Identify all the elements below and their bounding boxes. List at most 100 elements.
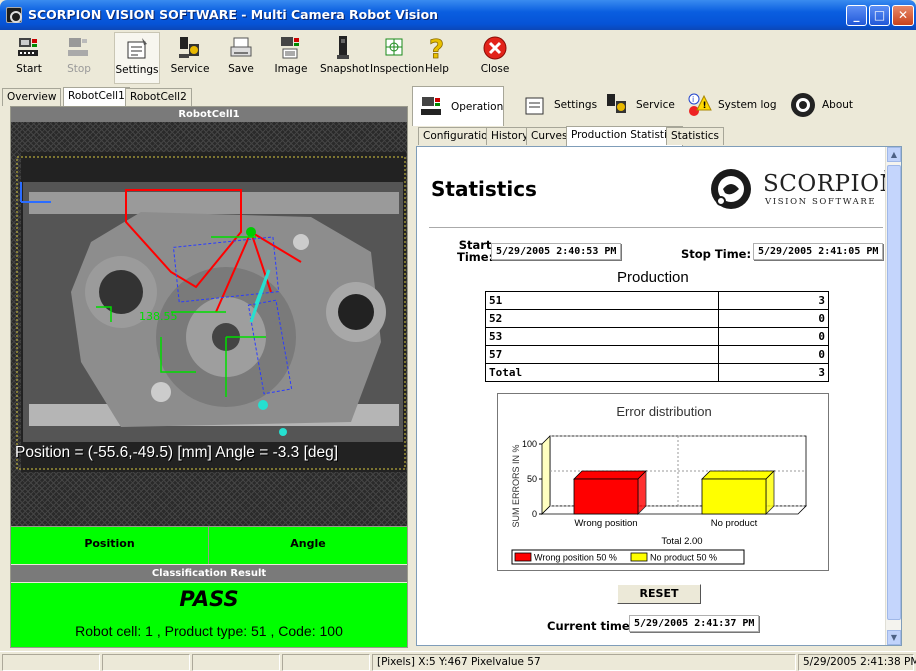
row-name: 52 (485, 309, 719, 328)
current-time-label: Current time: (547, 619, 635, 633)
tab-operation-label: Operation (451, 100, 504, 113)
close-window-button[interactable]: ✕ (892, 5, 914, 26)
stop-button[interactable]: Stop (64, 32, 94, 84)
about-icon (790, 92, 816, 118)
row-name: 51 (485, 291, 719, 310)
table-row: 52 0 (485, 309, 829, 328)
row-value: 3 (718, 363, 829, 382)
start-time-value: 5/29/2005 2:40:53 PM (491, 243, 622, 260)
reset-button[interactable]: RESET (617, 584, 701, 604)
help-icon: ? (424, 35, 450, 66)
row-value: 3 (718, 291, 829, 310)
table-row: 53 0 (485, 327, 829, 346)
table-row: 57 0 (485, 345, 829, 364)
row-value: 0 (718, 345, 829, 364)
chart-category-label: No product (711, 518, 758, 529)
chart-category-label: Wrong position (574, 518, 637, 529)
title-bar[interactable]: SCORPION VISION SOFTWARE - Multi Camera … (0, 0, 916, 30)
inspection-icon (381, 35, 407, 61)
toolbar-service-button[interactable]: Service (170, 32, 210, 84)
scroll-down-icon[interactable]: ▼ (887, 630, 901, 645)
logo-subtitle: VISION SOFTWARE (765, 197, 877, 207)
error-distribution-chart: Error distribution SUM ERRORS IN % 100 50… (497, 393, 829, 571)
toolbar: Start Stop Settings Service Save Image S… (0, 30, 916, 86)
angle-result-cell: Angle (290, 537, 326, 550)
result-info: Robot cell: 1 , Product type: 51 , Code:… (75, 623, 343, 639)
tab-service[interactable]: Service (598, 86, 681, 124)
maximize-button[interactable]: □ (869, 5, 890, 26)
status-panel-empty (2, 654, 100, 671)
help-button[interactable]: ? Help (424, 32, 450, 84)
result-cells-row: Position Angle (11, 526, 407, 564)
chart-legend-label: No product 50 % (650, 553, 717, 563)
save-button[interactable]: Save (226, 32, 256, 84)
chart-side-wall (541, 435, 551, 515)
robot-cell-panel: RobotCell1 138.55 Position = (-55.6,-49.… (10, 106, 408, 648)
pass-status: PASS (179, 587, 239, 611)
scorpion-logo-icon (711, 169, 751, 209)
chart-title: Error distribution (616, 404, 711, 419)
tab-statistics[interactable]: Statistics (666, 127, 724, 145)
chart-ylabel: SUM ERRORS IN % (511, 444, 521, 527)
status-panel-empty (102, 654, 190, 671)
measurement-label: 138.55 (139, 310, 178, 323)
tab-robotcell2[interactable]: RobotCell2 (125, 88, 192, 106)
settings-icon (522, 92, 548, 118)
app-icon[interactable] (6, 7, 22, 23)
svg-text:i: i (692, 95, 694, 104)
scrollbar-thumb[interactable] (887, 165, 901, 620)
chart-legend: Wrong position 50 % No product 50 % (511, 549, 745, 565)
tab-operation[interactable]: Operation (412, 86, 504, 126)
tab-settings-label: Settings (554, 99, 598, 111)
minimize-button[interactable]: _ (846, 5, 867, 26)
image-button[interactable]: Image (274, 32, 308, 84)
system-log-icon: i! (686, 92, 712, 118)
settings-label: Settings (115, 64, 159, 76)
main-tabs: Operation Settings Service i! System log… (412, 86, 916, 126)
chart-legend-label: Wrong position 50 % (534, 553, 617, 563)
error-chart-svg: Error distribution SUM ERRORS IN % 100 50… (511, 404, 807, 565)
logo-brand: SCORPION (763, 171, 901, 197)
start-button[interactable]: Start (14, 32, 44, 84)
scroll-up-icon[interactable]: ▲ (887, 147, 901, 162)
status-datetime: 5/29/2005 2:41:38 PM (798, 654, 916, 671)
minimize-icon: _ (853, 8, 860, 22)
chart-xlabel: Total 2.00 (661, 536, 702, 547)
vertical-scrollbar[interactable]: ▲ ▼ (885, 147, 901, 645)
status-panel-empty (282, 654, 370, 671)
chart-bar-side (765, 470, 775, 515)
svg-text:?: ? (429, 35, 444, 61)
chart-tick-label: 0 (532, 509, 537, 519)
toolbar-settings-button[interactable]: Settings (114, 32, 160, 84)
scorpion-logo: SCORPION ™ VISION SOFTWARE (707, 167, 900, 211)
service-icon (604, 92, 630, 118)
row-name: Total (485, 363, 719, 382)
stop-icon (66, 35, 92, 61)
camera-view[interactable]: 138.55 Position = (-55.6,-49.5) [mm] Ang… (11, 122, 407, 526)
save-icon (228, 35, 254, 61)
chart-tick-label: 50 (527, 474, 537, 484)
production-title: Production (617, 269, 689, 286)
start-label-line2: Time: (457, 250, 494, 264)
position-result-cell: Position (11, 527, 209, 564)
tab-about[interactable]: About (784, 86, 859, 124)
tab-settings[interactable]: Settings (516, 86, 603, 124)
stop-time-value: 5/29/2005 2:41:05 PM (753, 243, 884, 260)
start-label: Start (16, 63, 42, 75)
inspection-button[interactable]: Inspection (370, 32, 424, 84)
chart-legend-swatch (514, 552, 532, 562)
tab-robotcell1[interactable]: RobotCell1 (63, 87, 130, 107)
row-value: 0 (718, 309, 829, 328)
image-label: Image (274, 63, 308, 75)
current-time-value: 5/29/2005 2:41:37 PM (629, 615, 760, 632)
service-label: Service (170, 63, 210, 75)
start-time-label: Start Time: (457, 239, 493, 263)
chart-bar-top (701, 470, 775, 480)
image-icon (278, 35, 304, 61)
table-row: 51 3 (485, 291, 829, 310)
snapshot-button[interactable]: Snapshot (320, 32, 369, 84)
tab-overview[interactable]: Overview (2, 88, 62, 106)
close-button[interactable]: Close (478, 32, 512, 84)
tab-system-log[interactable]: i! System log (680, 86, 783, 124)
position-overlay-text: Position = (-55.6,-49.5) [mm] Angle = -3… (15, 444, 339, 461)
